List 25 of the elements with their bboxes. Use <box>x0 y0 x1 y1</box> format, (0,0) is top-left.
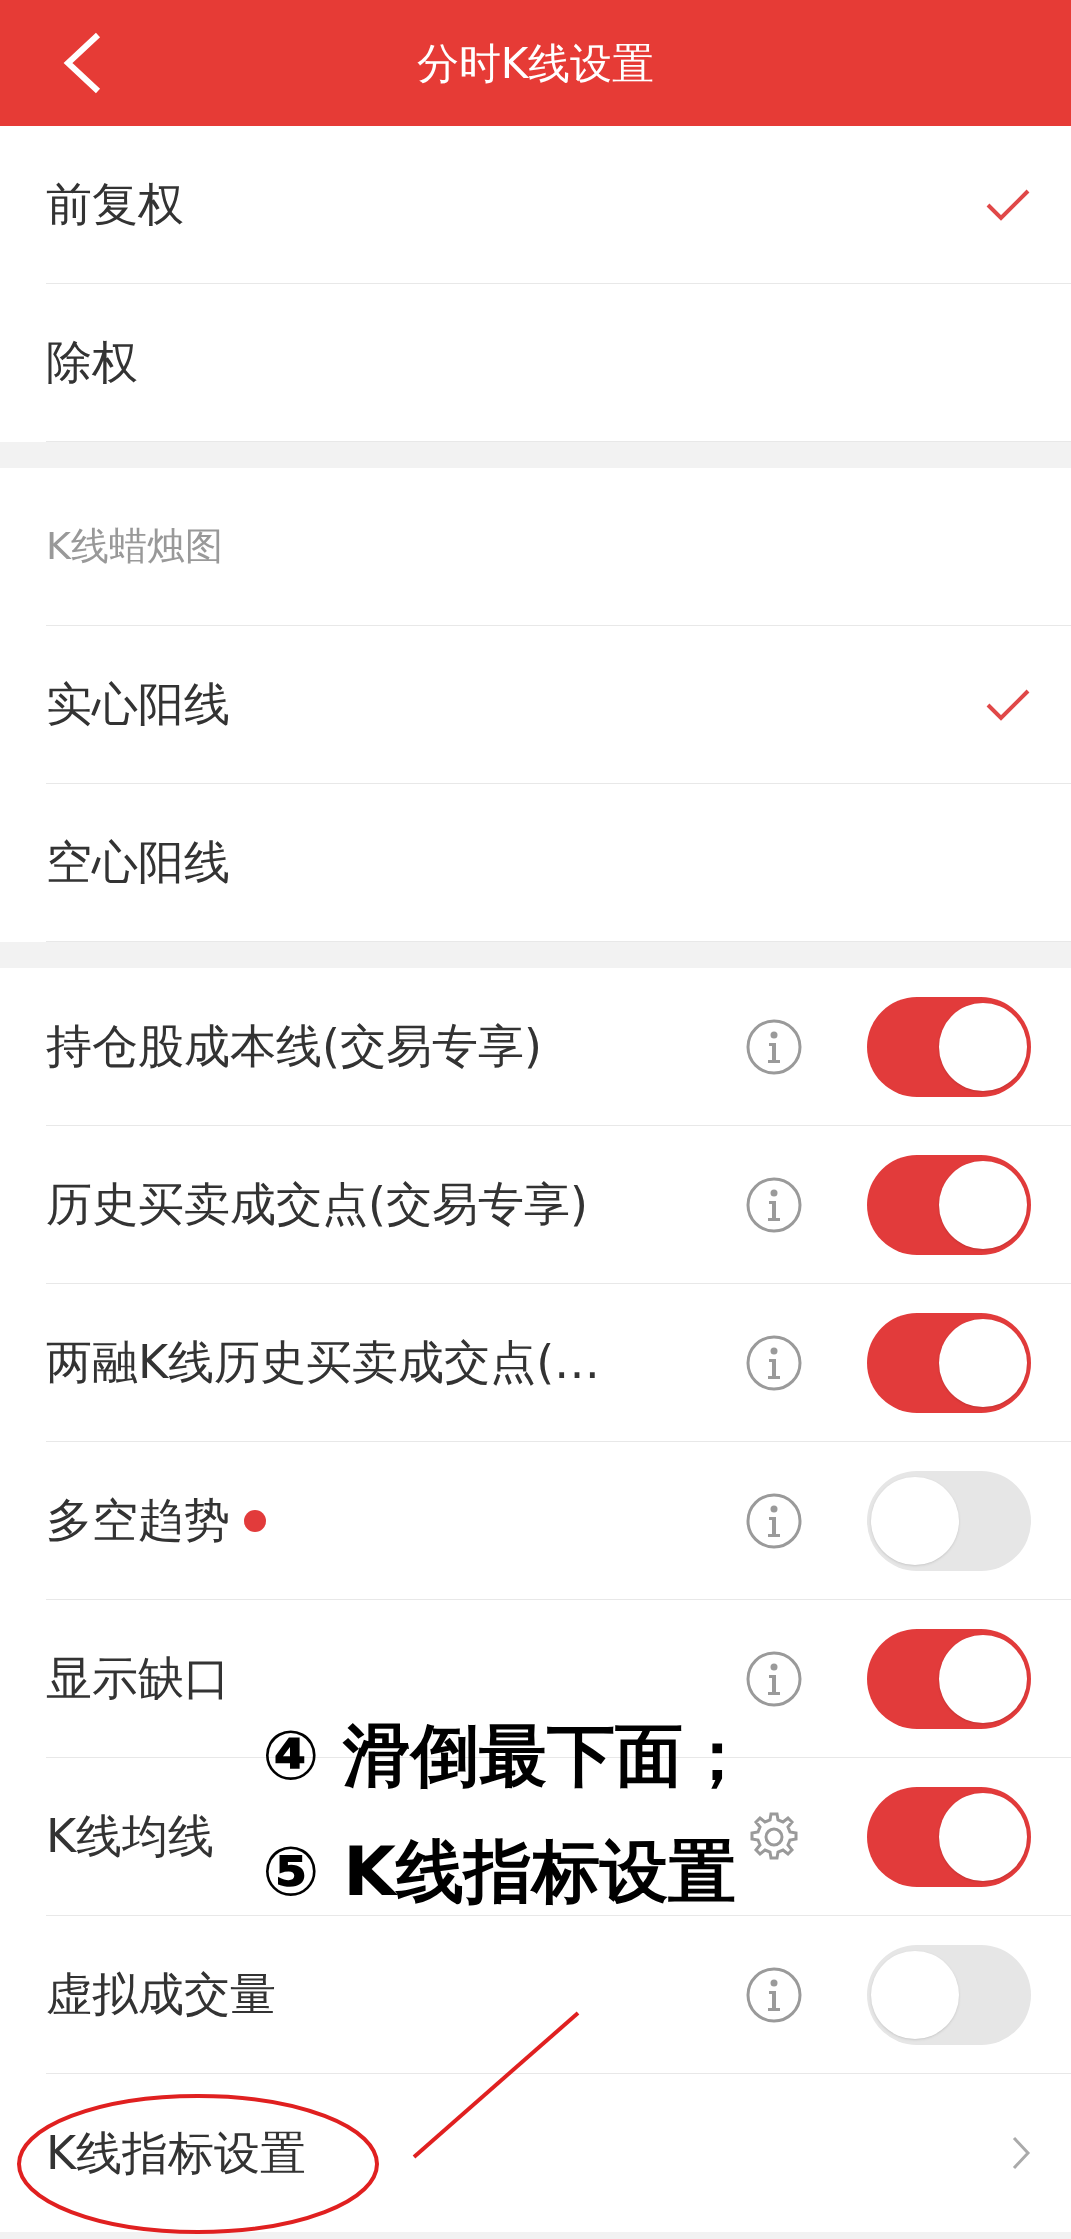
info-icon[interactable] <box>745 1175 803 1234</box>
setting-label: K线均线 <box>46 1808 215 1865</box>
info-icon[interactable] <box>745 1965 803 2024</box>
link-label: K线指标设置 <box>46 2124 308 2182</box>
section-heading: K线蜡烛图 <box>46 523 223 570</box>
setting-label: 多空趋势 <box>46 1492 230 1549</box>
option-label[interactable]: 前复权 <box>46 170 985 239</box>
info-icon[interactable] <box>745 1333 803 1392</box>
option-label[interactable]: 空心阳线 <box>46 828 1031 897</box>
option-label[interactable]: 除权 <box>46 328 1031 397</box>
annotation-text: ④ 滑倒最下面； <box>262 1722 752 1790</box>
page-title: 分时K线设置 <box>416 37 655 90</box>
info-icon[interactable] <box>745 1017 803 1076</box>
setting-label: 历史买卖成交点(交易专享) <box>46 1176 588 1233</box>
setting-label: 显示缺口 <box>46 1650 230 1707</box>
setting-label: 持仓股成本线(交易专享) <box>46 1018 542 1075</box>
settings-link-row[interactable]: K线指标设置 <box>46 2074 1071 2232</box>
setting-label: 虚拟成交量 <box>46 1966 276 2023</box>
setting-label: 两融K线历史买卖成交点(… <box>46 1334 601 1391</box>
back-icon[interactable] <box>62 31 102 95</box>
option-label[interactable]: 实心阳线 <box>46 670 985 739</box>
info-icon[interactable] <box>745 1491 803 1550</box>
annotation-text: ⑤ K线指标设置 <box>262 1838 737 1906</box>
info-icon[interactable] <box>745 1649 803 1708</box>
chevron-right-icon <box>1011 2135 1031 2171</box>
